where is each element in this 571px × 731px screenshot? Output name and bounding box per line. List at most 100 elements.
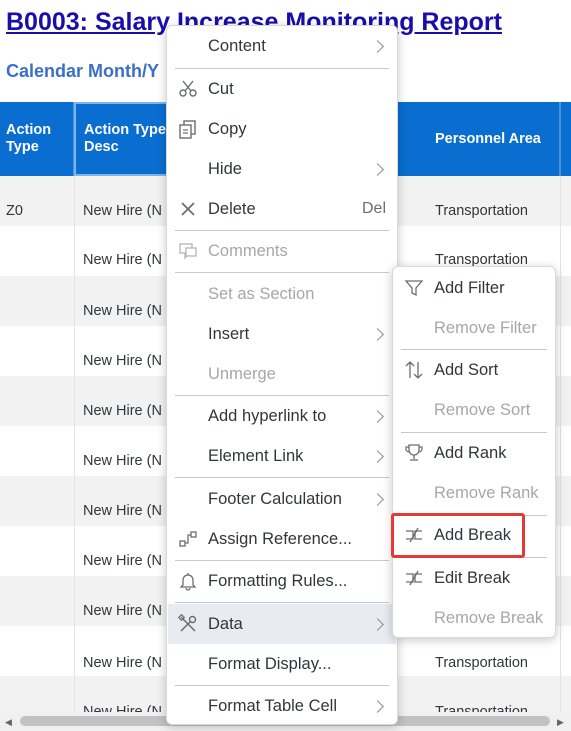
menu-item-formatting-rules[interactable]: Formatting Rules... [168,562,396,600]
menu-item-delete[interactable]: Delete Del [168,190,396,228]
column-header-personnel-area[interactable]: Personnel Area [428,102,560,176]
menu-item-format-table-cell[interactable]: Format Table Cell [168,687,396,725]
chevron-right-icon [371,327,384,341]
add-break-highlight [391,513,525,558]
submenu-item-remove-sort: Remove Sort [394,391,554,429]
menu-item-copy[interactable]: Copy [168,110,396,148]
menu-separator [175,230,389,231]
chevron-right-icon [371,409,384,423]
scroll-left-icon[interactable]: ◀ [5,717,12,728]
menu-separator [175,560,389,561]
chevron-right-icon [371,39,384,53]
cell-action-type-desc: New Hire (N [83,453,162,469]
menu-item-label: Cut [208,79,234,98]
trophy-icon [404,443,424,463]
menu-item-label: Unmerge [208,364,276,383]
context-menu: Content Cut Copy Hide Delete Del Comment… [166,25,398,725]
submenu-item-remove-break: Remove Break [394,599,554,637]
chevron-right-icon [371,699,384,713]
menu-item-label: Data [208,614,243,633]
menu-item-content[interactable]: Content [168,27,396,65]
column-header-action-type[interactable]: Action Type [0,102,74,176]
menu-separator [175,602,389,603]
cell-action-type-desc: New Hire (N [83,353,162,369]
chevron-right-icon [371,492,384,506]
menu-item-label: Format Display... [208,654,332,673]
menu-item-label: Set as Section [208,284,315,303]
submenu-item-add-rank[interactable]: Add Rank [394,434,554,472]
menu-item-label: Content [208,36,266,55]
submenu-item-add-filter[interactable]: Add Filter [394,269,554,307]
menu-item-add-hyperlink[interactable]: Add hyperlink to [168,397,396,435]
menu-item-assign-reference[interactable]: Assign Reference... [168,520,396,558]
menu-item-set-as-section: Set as Section [168,275,396,313]
submenu-item-add-sort[interactable]: Add Sort [394,351,554,389]
menu-item-label: Assign Reference... [208,529,352,548]
menu-item-label: Remove Sort [434,400,531,419]
cell-action-type-desc: New Hire (N [83,704,162,712]
cell-action-type: Z0 [6,203,23,219]
menu-item-label: Add Sort [434,360,499,379]
scroll-right-icon[interactable]: ▶ [557,717,564,728]
cell-action-type-desc: New Hire (N [83,203,162,219]
menu-item-footer-calculation[interactable]: Footer Calculation [168,480,396,518]
menu-item-comments: Comments [168,232,396,270]
menu-separator [175,272,389,273]
cell-action-type-desc: New Hire (N [83,553,162,569]
cell-action-type-desc: New Hire (N [83,655,162,671]
menu-item-label: Hide [208,159,242,178]
copy-icon [178,119,198,139]
sort-icon [404,360,424,380]
chevron-right-icon [371,617,384,631]
reference-icon [178,529,198,549]
submenu-item-remove-rank: Remove Rank [394,474,554,512]
menu-separator [175,685,389,686]
menu-item-label: Add Rank [434,443,507,462]
column-divider [560,176,561,712]
menu-item-cut[interactable]: Cut [168,70,396,108]
report-subtitle: Calendar Month/Y [6,61,160,81]
menu-separator [175,68,389,69]
menu-separator [175,395,389,396]
menu-item-label: Formatting Rules... [208,571,348,590]
data-submenu: Add Filter Remove Filter Add Sort Remove… [392,266,556,638]
filter-icon [404,278,424,298]
cell-personnel-area: Transportation [435,203,528,219]
menu-item-format-display[interactable]: Format Display... [168,645,396,683]
menu-item-hide[interactable]: Hide [168,150,396,188]
menu-separator [175,477,389,478]
menu-separator [401,349,547,350]
menu-item-label: Footer Calculation [208,489,342,508]
tools-icon [178,614,198,634]
menu-item-label: Insert [208,324,250,343]
break-icon [404,568,424,588]
cell-action-type-desc: New Hire (N [83,303,162,319]
column-header-action-type-desc[interactable]: Action Type Desc [74,102,170,176]
column-divider [74,176,75,712]
column-header-next[interactable] [560,102,571,176]
menu-separator [401,432,547,433]
cell-action-type-desc: New Hire (N [83,403,162,419]
chevron-right-icon [371,162,384,176]
delete-shortcut: Del [361,200,386,217]
menu-item-label: Edit Break [434,568,511,587]
menu-item-label: Element Link [208,446,304,465]
menu-item-data[interactable]: Data [168,604,396,644]
bell-icon [178,571,198,591]
menu-item-label: Delete [208,199,256,218]
menu-item-unmerge: Unmerge [168,355,396,393]
menu-item-element-link[interactable]: Element Link [168,437,396,475]
cell-action-type-desc: New Hire (N [83,503,162,519]
chevron-right-icon [371,449,384,463]
menu-item-label: Remove Filter [434,318,537,337]
menu-item-label: Remove Break [434,608,544,627]
cell-personnel-area: Transportation [435,704,528,712]
menu-item-label: Add hyperlink to [208,406,327,425]
close-icon [178,199,198,219]
menu-item-label: Format Table Cell [208,696,337,715]
cell-personnel-area: Transportation [435,655,528,671]
cell-action-type-desc: New Hire (N [83,252,162,268]
menu-item-label: Add Filter [434,278,505,297]
submenu-item-edit-break[interactable]: Edit Break [394,559,554,597]
menu-item-insert[interactable]: Insert [168,315,396,353]
